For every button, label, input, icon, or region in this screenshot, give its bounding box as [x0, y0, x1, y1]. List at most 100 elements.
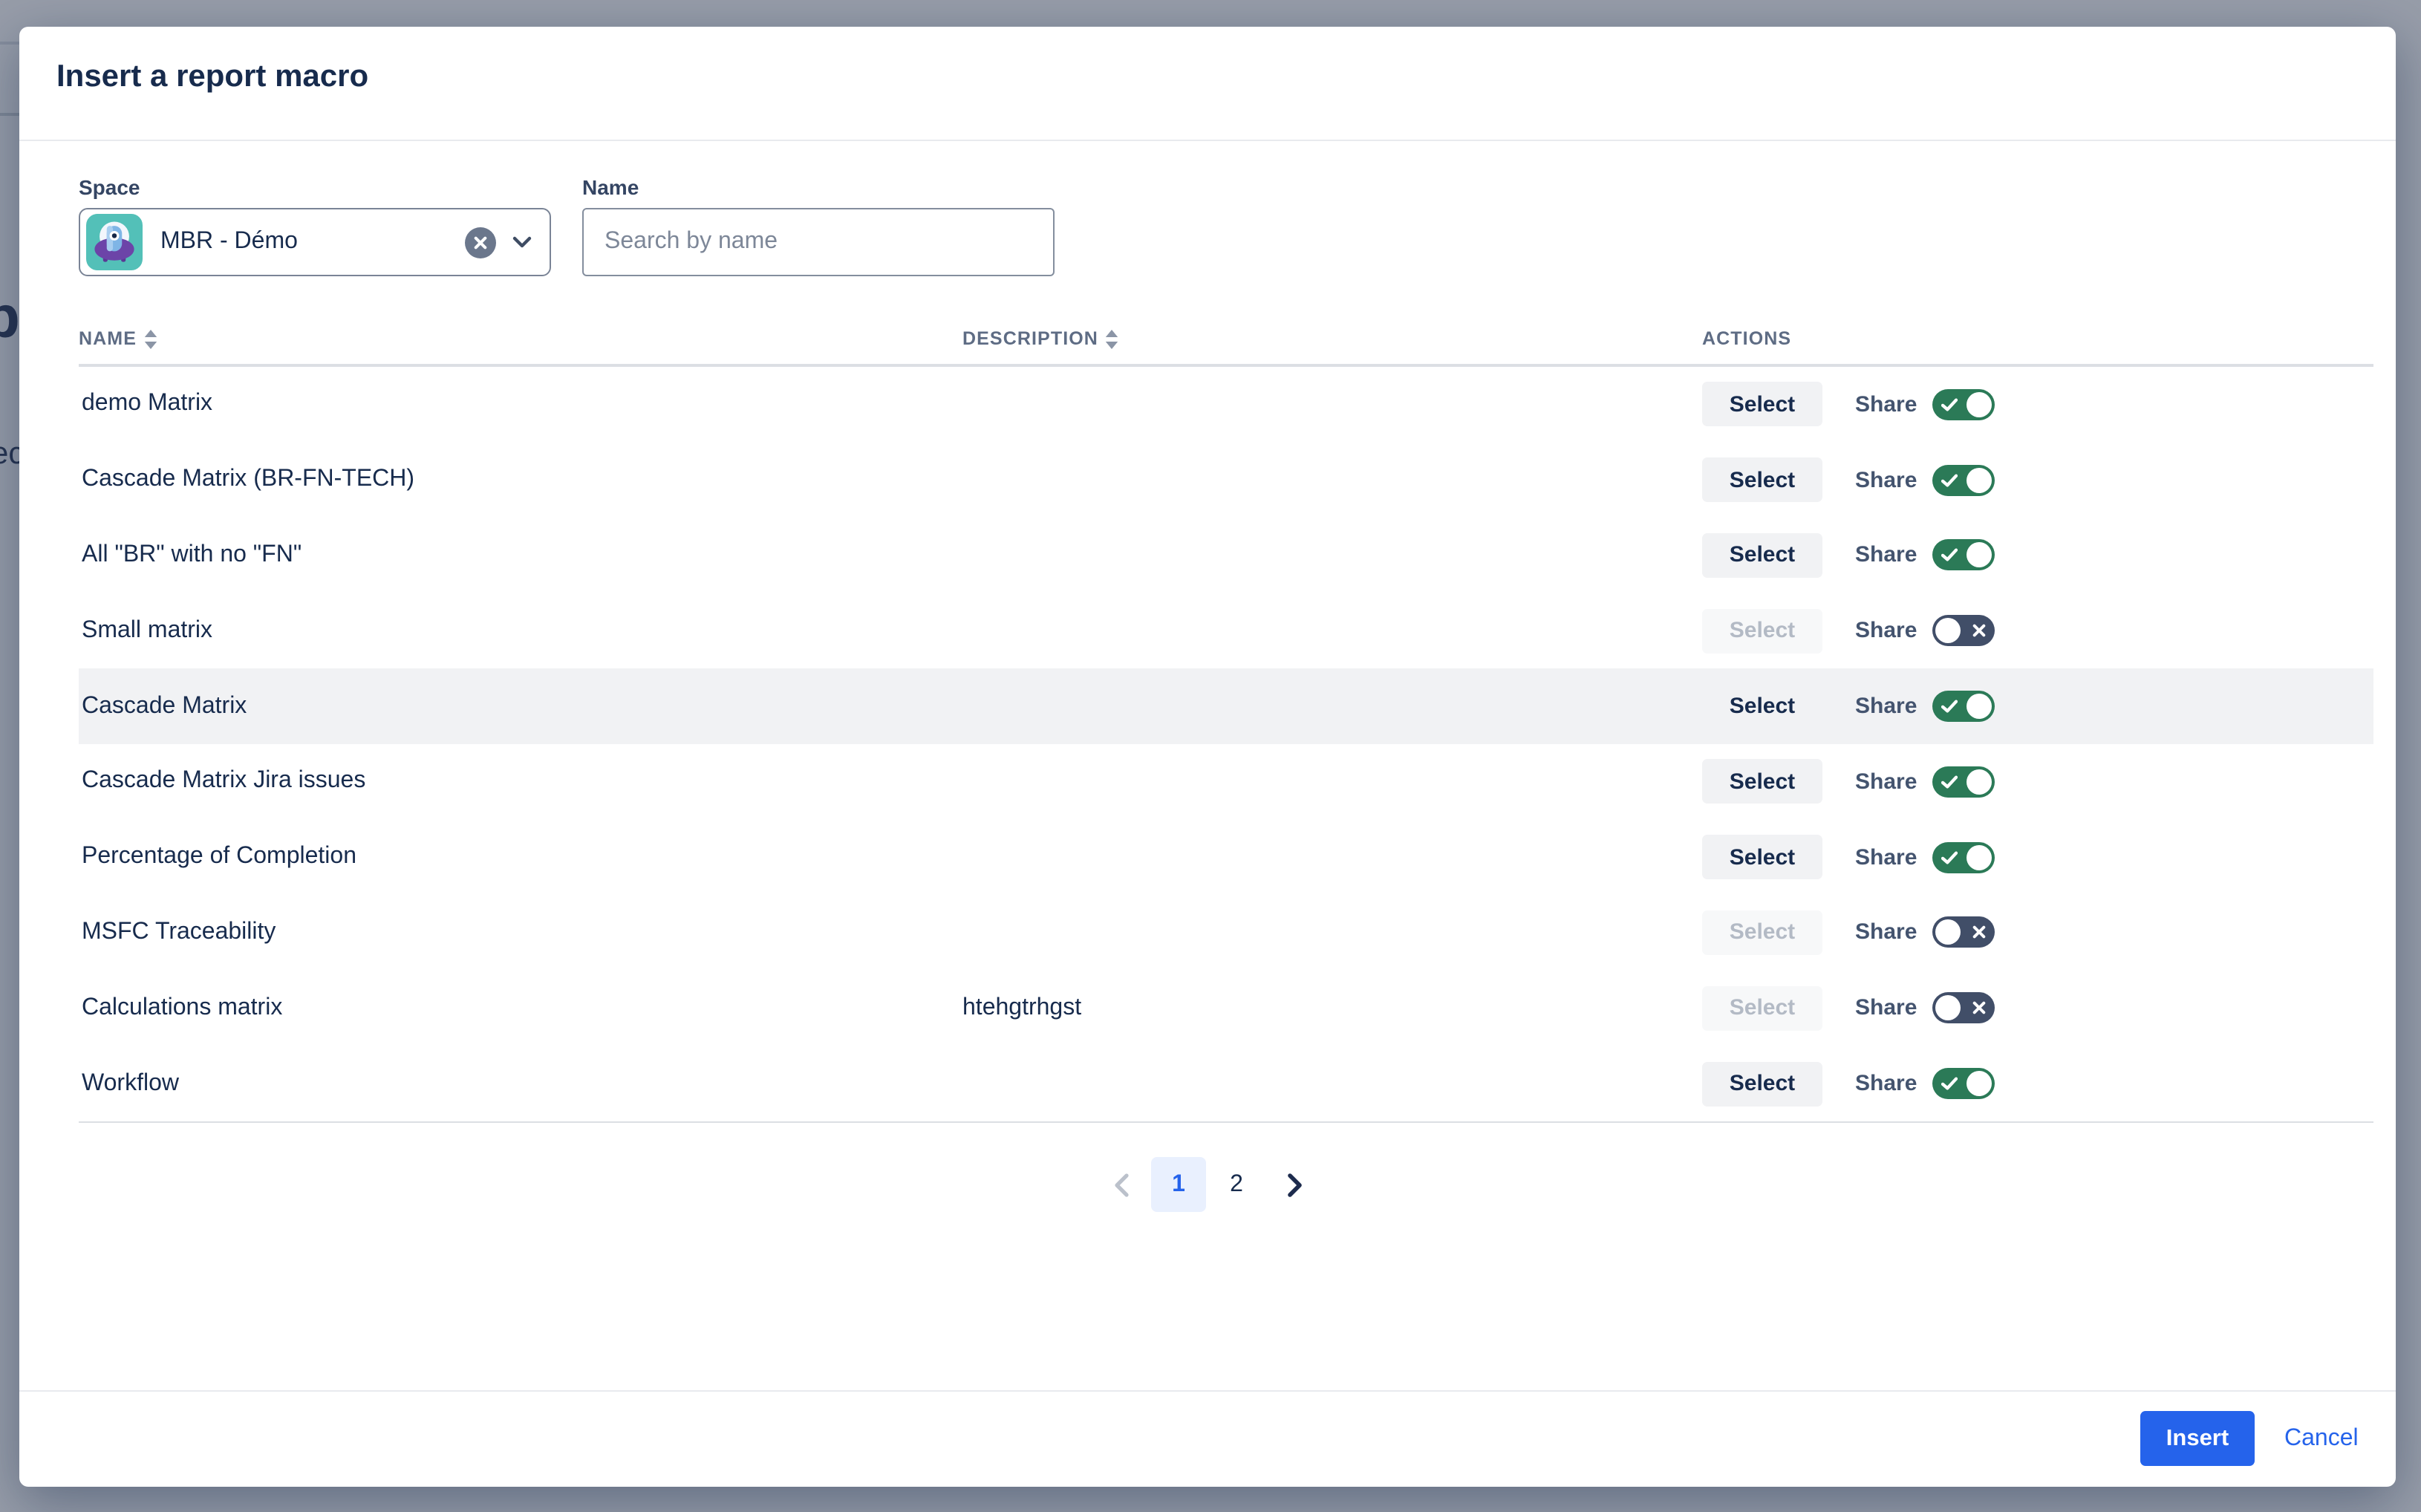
select-button[interactable]: Select	[1702, 457, 1822, 503]
table-row: Cascade Matrix (BR-FN-TECH) Select Share	[79, 443, 2373, 518]
report-name: MSFC Traceability	[82, 919, 276, 945]
cancel-button[interactable]: Cancel	[2275, 1411, 2368, 1466]
row-actions: Select Share	[1702, 835, 1995, 880]
space-select[interactable]: MBR - Démo	[79, 208, 551, 276]
name-field-label: Name	[582, 175, 639, 199]
column-header-description[interactable]: DESCRIPTION	[962, 328, 1702, 349]
share-label: Share	[1855, 618, 1917, 644]
report-name: Small matrix	[82, 617, 213, 643]
share-toggle[interactable]	[1932, 766, 1995, 798]
share-toggle[interactable]	[1932, 464, 1995, 496]
report-name: demo Matrix	[82, 391, 213, 417]
select-button[interactable]: Select	[1702, 759, 1822, 804]
table-row: Cascade Matrix Select Share	[79, 668, 2373, 744]
toggle-knob	[1935, 618, 1961, 644]
row-actions: Select Share	[1702, 532, 1995, 578]
report-name: Cascade Matrix Jira issues	[82, 768, 366, 794]
backdrop-page-line	[0, 113, 19, 116]
previous-page-button[interactable]	[1093, 1157, 1148, 1212]
insert-report-macro-dialog: Insert a report macro Space MBR - Démo N…	[19, 27, 2396, 1487]
share-toggle[interactable]	[1932, 615, 1995, 647]
share-label: Share	[1855, 769, 1917, 795]
toggle-knob	[1966, 694, 1992, 720]
pagination: 12	[19, 1157, 2396, 1212]
share-label: Share	[1855, 391, 1917, 417]
report-name: Calculations matrix	[82, 994, 283, 1020]
chevron-right-icon	[1287, 1173, 1301, 1196]
share-label: Share	[1855, 1071, 1917, 1097]
report-description: htehgtrhgst	[962, 994, 1082, 1020]
backdrop-page-text-fragment: p	[0, 285, 20, 352]
chevron-left-icon	[1114, 1173, 1128, 1196]
select-button[interactable]: Select	[1702, 532, 1822, 578]
table-row: Small matrix Select Share	[79, 593, 2373, 669]
report-name: Workflow	[82, 1070, 179, 1096]
share-label: Share	[1855, 694, 1917, 720]
select-button[interactable]: Select	[1702, 835, 1822, 880]
report-table-body: demo Matrix Select Share Cascade Matrix (BR…	[79, 367, 2373, 1123]
share-toggle[interactable]	[1932, 916, 1995, 948]
footer-divider	[19, 1390, 2396, 1392]
table-row: MSFC Traceability Select Share	[79, 895, 2373, 971]
toggle-knob	[1966, 844, 1992, 870]
row-actions: Select Share	[1702, 910, 1995, 955]
share-label: Share	[1855, 467, 1917, 493]
toggle-knob	[1966, 467, 1992, 493]
space-avatar	[86, 214, 143, 270]
report-name: Cascade Matrix	[82, 693, 247, 719]
column-header-name[interactable]: NAME	[79, 328, 962, 349]
share-label: Share	[1855, 844, 1917, 870]
screen: p ec Insert a report macro Space MBR - D…	[0, 0, 2421, 1512]
sort-icon	[1106, 329, 1119, 348]
table-row: All "BR" with no "FN" Select Share	[79, 518, 2373, 593]
next-page-button[interactable]	[1267, 1157, 1322, 1212]
table-row: Workflow Select Share	[79, 1046, 2373, 1121]
row-actions: Select Share	[1702, 759, 1995, 804]
select-button[interactable]: Select	[1702, 382, 1822, 427]
space-field-label: Space	[79, 175, 140, 199]
share-label: Share	[1855, 995, 1917, 1021]
table-header: NAME DESCRIPTION ACTIONS	[79, 328, 2373, 349]
report-name: All "BR" with no "FN"	[82, 541, 302, 567]
toggle-knob	[1935, 919, 1961, 945]
share-toggle[interactable]	[1932, 841, 1995, 873]
share-label: Share	[1855, 542, 1917, 568]
share-toggle[interactable]	[1932, 539, 1995, 571]
dialog-title: Insert a report macro	[56, 59, 369, 94]
header-divider	[19, 140, 2396, 141]
row-actions: Select Share	[1702, 608, 1995, 654]
table-row: Cascade Matrix Jira issues Select Share	[79, 744, 2373, 820]
clear-space-icon[interactable]	[465, 227, 496, 258]
share-toggle[interactable]	[1932, 1068, 1995, 1100]
share-toggle[interactable]	[1932, 388, 1995, 420]
report-name: Percentage of Completion	[82, 844, 356, 870]
report-name: Cascade Matrix (BR-FN-TECH)	[82, 466, 415, 492]
row-actions: Select Share	[1702, 457, 1995, 503]
backdrop-page-line	[0, 42, 19, 45]
share-label: Share	[1855, 919, 1917, 945]
row-actions: Select Share	[1702, 684, 1995, 729]
page-number-list: 12	[1151, 1157, 1264, 1212]
select-button: Select	[1702, 608, 1822, 654]
toggle-knob	[1966, 542, 1992, 568]
select-button[interactable]: Select	[1702, 1061, 1822, 1107]
row-actions: Select Share	[1702, 985, 1995, 1031]
share-toggle[interactable]	[1932, 691, 1995, 723]
table-row: Calculations matrix htehgtrhgst Select Shar…	[79, 971, 2373, 1046]
select-button: Select	[1702, 985, 1822, 1031]
select-button[interactable]: Select	[1702, 684, 1822, 729]
table-row: demo Matrix Select Share	[79, 367, 2373, 443]
chevron-down-icon[interactable]	[512, 236, 532, 248]
row-actions: Select Share	[1702, 1061, 1995, 1107]
toggle-knob	[1966, 391, 1992, 417]
toggle-knob	[1935, 995, 1961, 1021]
page-button-1[interactable]: 1	[1151, 1157, 1206, 1212]
toggle-knob	[1966, 769, 1992, 795]
share-toggle[interactable]	[1932, 992, 1995, 1024]
search-by-name-input[interactable]	[582, 208, 1055, 276]
toggle-knob	[1966, 1071, 1992, 1097]
page-button-2[interactable]: 2	[1209, 1157, 1264, 1212]
column-header-actions: ACTIONS	[1702, 328, 1792, 349]
row-actions: Select Share	[1702, 382, 1995, 427]
insert-button[interactable]: Insert	[2140, 1411, 2255, 1466]
